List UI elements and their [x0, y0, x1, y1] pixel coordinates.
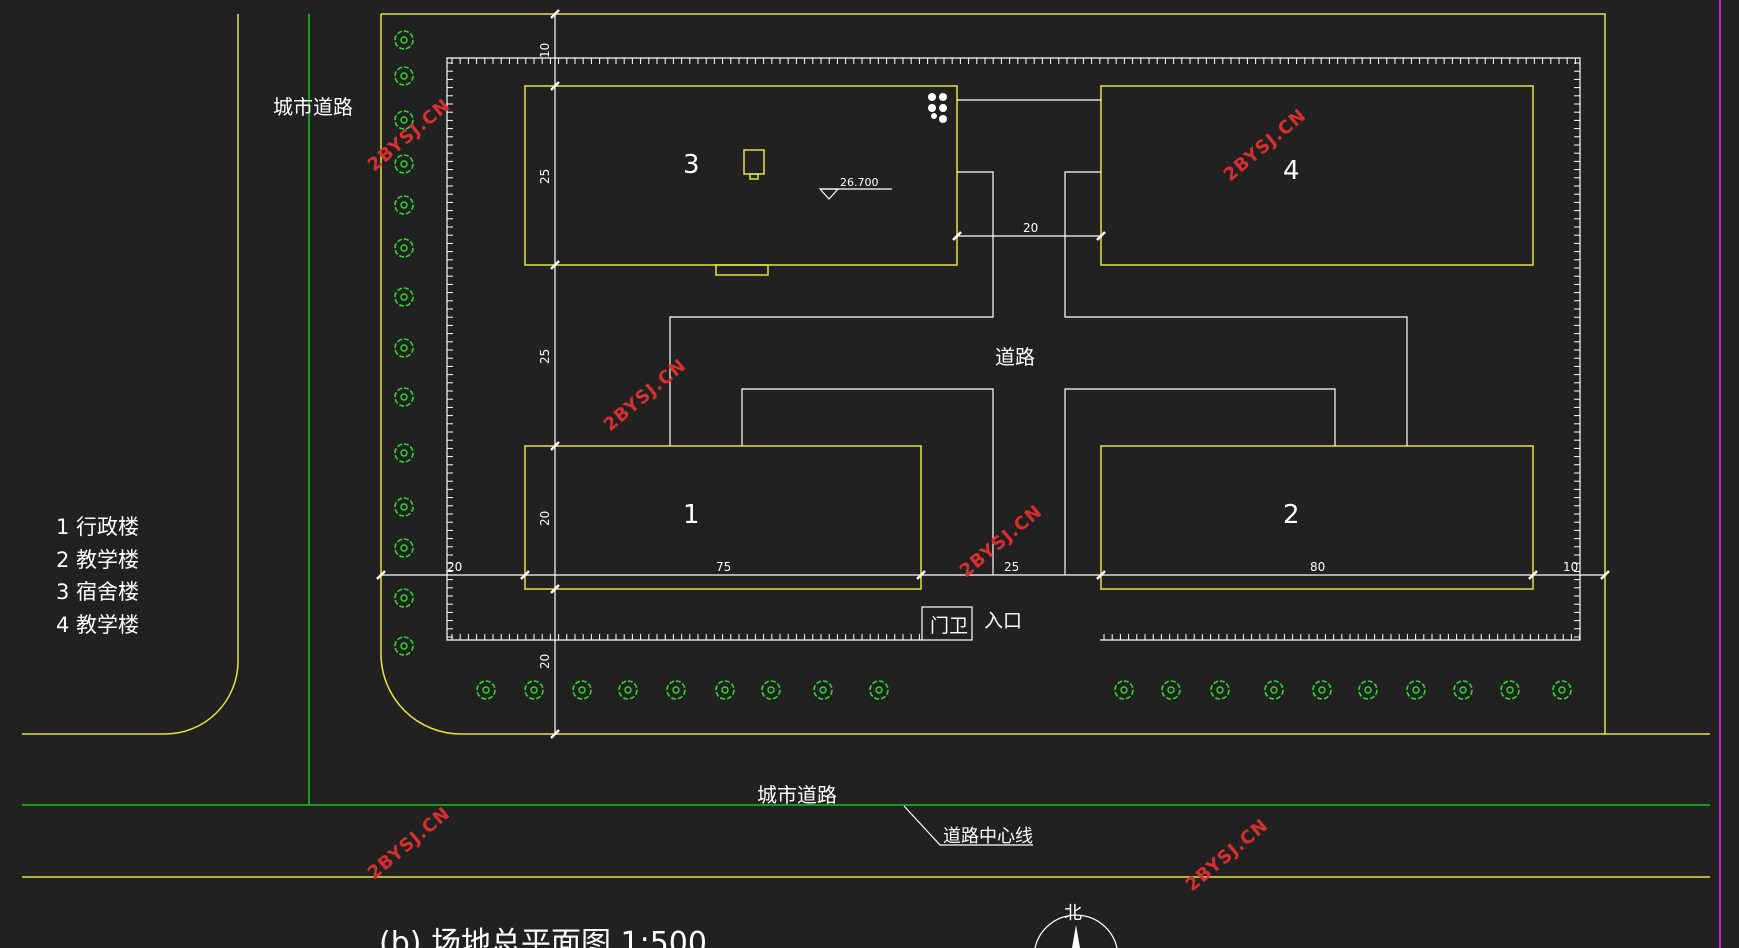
building-3-label: 3 — [683, 150, 700, 180]
legend-item: 4 教学楼 — [56, 613, 139, 637]
city-road-left-label: 城市道路 — [273, 95, 353, 119]
dimension-horizontal: 25 — [1004, 560, 1019, 574]
dimension-horizontal: 20 — [447, 560, 462, 574]
building-2-label: 2 — [1283, 500, 1300, 530]
dimension-vertical: 25 — [538, 169, 552, 184]
dimension-vertical: 20 — [538, 654, 552, 669]
building-4-label: 4 — [1283, 156, 1300, 186]
city-road-bottom-label: 城市道路 — [757, 783, 837, 807]
building-1-label: 1 — [683, 500, 700, 530]
dimension-vertical: 25 — [538, 349, 552, 364]
gate-label: 门卫 — [930, 615, 968, 637]
dimension-vertical: 10 — [538, 43, 552, 58]
dimension-between-buildings: 20 — [1023, 221, 1038, 235]
elevation-value: 26.700 — [840, 176, 879, 189]
legend-item: 3 宿舍楼 — [56, 580, 139, 604]
dimension-horizontal: 80 — [1310, 560, 1325, 574]
north-label: 北 — [1064, 903, 1082, 924]
background — [0, 0, 1739, 948]
dimension-horizontal: 10 — [1563, 560, 1578, 574]
road-centerline-label: 道路中心线 — [943, 826, 1033, 847]
entrance-label: 入口 — [984, 610, 1022, 632]
dimension-horizontal: 75 — [716, 560, 731, 574]
drawing-title: (b) 场地总平面图 1:500 — [379, 926, 707, 948]
road-label: 道路 — [995, 345, 1035, 369]
site-plan-drawing: 城市道路 城市道路 道路中心线 道路 门卫 入口 北 26.700 (b) 场地… — [0, 0, 1739, 948]
legend-item: 2 教学楼 — [56, 548, 139, 572]
legend-item: 1 行政楼 — [56, 515, 139, 539]
dimension-vertical: 20 — [538, 511, 552, 526]
